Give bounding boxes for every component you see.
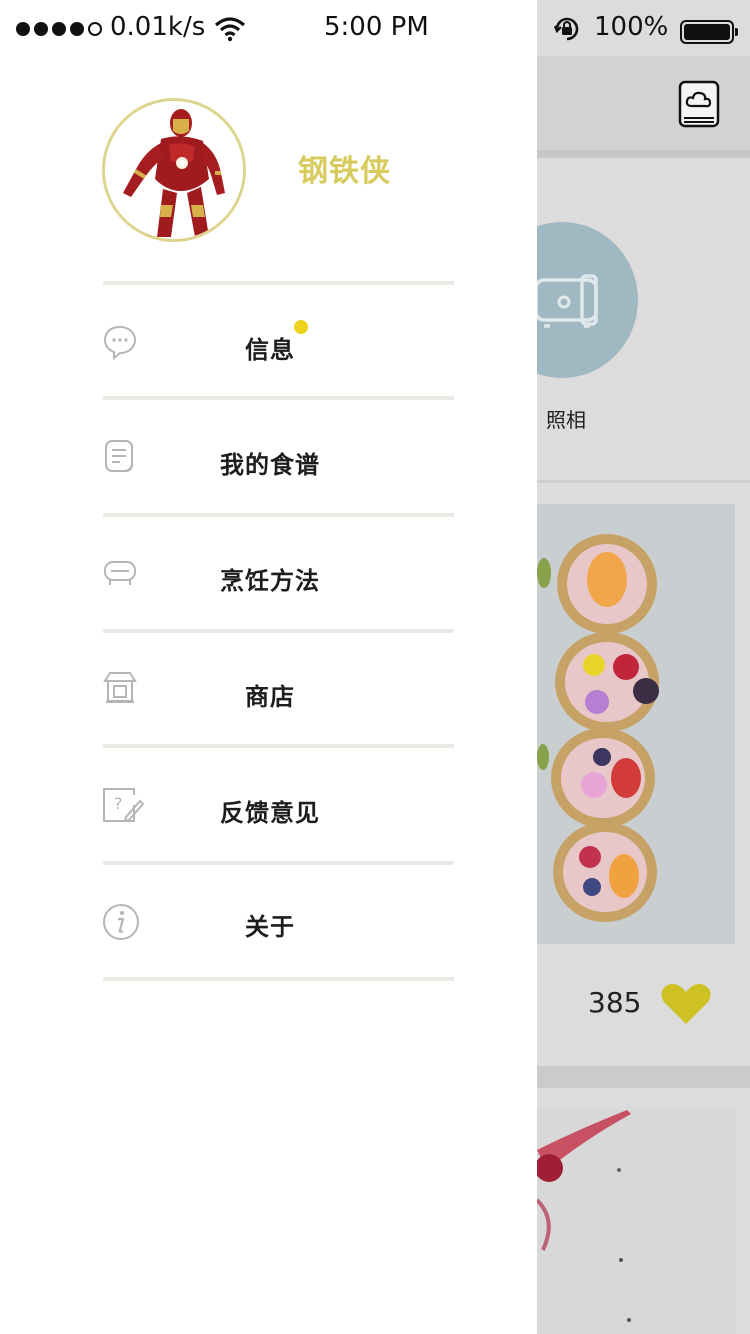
store-icon xyxy=(103,672,137,703)
tart xyxy=(551,728,655,828)
cooking-pot-icon xyxy=(104,561,136,585)
menu-label-my-recipes: 我的食谱 xyxy=(220,451,320,479)
app-screen: 照相 385 钢铁侠 信息 我的食谱 烹饪方法 商店 ? 反馈意见 关于 0.0… xyxy=(0,0,750,1334)
chat-bubble-icon xyxy=(103,325,137,360)
battery-icon xyxy=(680,20,738,44)
clock: 5:00 PM xyxy=(324,12,429,42)
feedback-icon: ? xyxy=(103,788,144,823)
battery-percent: 100% xyxy=(594,12,669,42)
menu-item-cooking-methods[interactable]: 烹饪方法 xyxy=(0,517,537,629)
tart xyxy=(555,632,659,732)
menu-item-store[interactable]: 商店 xyxy=(0,633,537,745)
tart xyxy=(553,822,657,922)
notification-badge xyxy=(294,320,308,334)
menu-label-store: 商店 xyxy=(245,683,295,711)
menu-label-about: 关于 xyxy=(245,913,295,941)
avatar[interactable] xyxy=(102,98,246,242)
network-speed: 0.01k/s xyxy=(110,12,206,42)
menu-divider xyxy=(103,281,454,285)
side-drawer: 钢铁侠 信息 我的食谱 烹饪方法 商店 ? 反馈意见 关于 xyxy=(0,0,537,1334)
recipe-document-icon xyxy=(105,440,133,472)
status-bar: 0.01k/s 5:00 PM 100% xyxy=(0,0,750,56)
section-divider xyxy=(537,480,750,483)
likes-count: 385 xyxy=(588,986,642,1019)
menu-divider xyxy=(103,977,454,981)
iron-man-avatar-image xyxy=(105,101,243,239)
section-divider xyxy=(537,1066,750,1088)
menu-label-messages: 信息 xyxy=(245,336,295,364)
recipe-photo-tarts[interactable] xyxy=(537,504,735,944)
user-name[interactable]: 钢铁侠 xyxy=(298,146,391,190)
menu-item-my-recipes[interactable]: 我的食谱 xyxy=(0,401,537,513)
heart-icon[interactable] xyxy=(660,982,712,1026)
tart xyxy=(557,534,657,634)
menu-item-messages[interactable]: 信息 xyxy=(0,286,537,398)
camera-label: 照相 xyxy=(546,408,586,432)
rotation-lock-icon xyxy=(553,17,579,41)
svg-text:?: ? xyxy=(114,794,123,813)
wine-splash-image xyxy=(537,1110,735,1334)
menu-item-about[interactable]: 关于 xyxy=(0,865,537,977)
recipe-photo-wine[interactable] xyxy=(537,1110,735,1334)
menu-label-cooking-methods: 烹饪方法 xyxy=(220,567,320,595)
signal-strength-icon xyxy=(16,22,102,36)
menu-item-feedback[interactable]: ? 反馈意见 xyxy=(0,749,537,861)
notebook-icon[interactable] xyxy=(678,80,720,130)
wifi-icon xyxy=(214,17,246,42)
menu-label-feedback: 反馈意见 xyxy=(220,799,320,827)
info-icon xyxy=(103,904,139,940)
